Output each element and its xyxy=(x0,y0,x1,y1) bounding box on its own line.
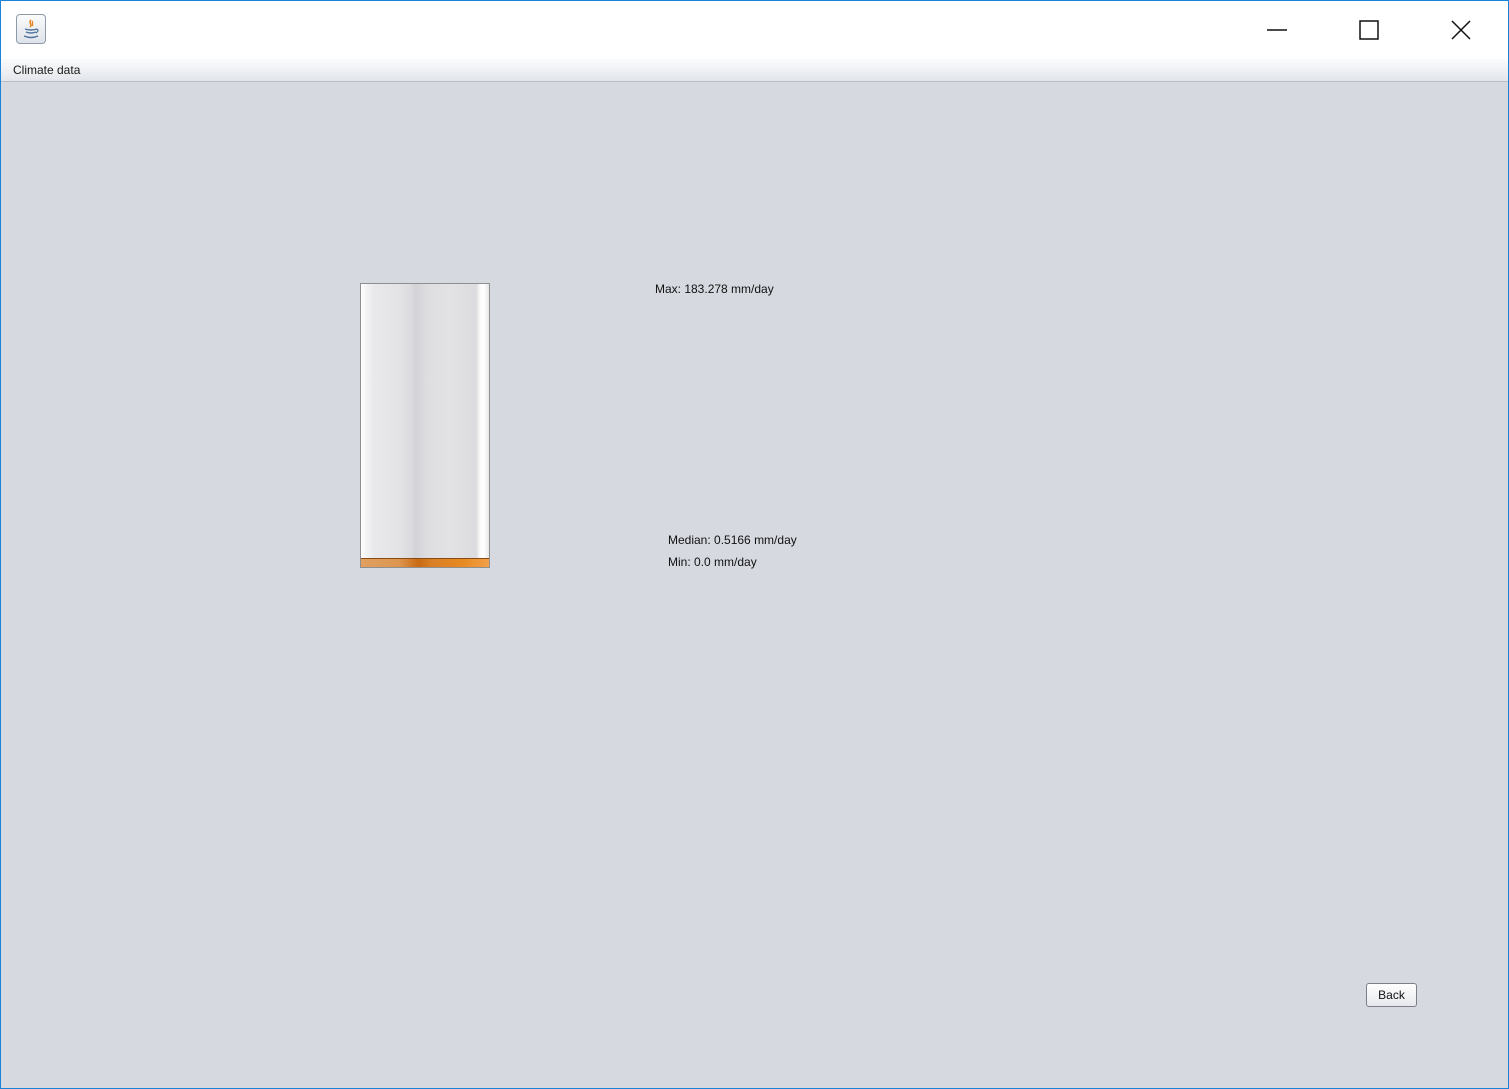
max-label: Max: 183.278 mm/day xyxy=(655,282,774,296)
java-app-icon[interactable] xyxy=(16,14,46,44)
maximize-button[interactable] xyxy=(1323,1,1415,59)
content-panel: Max: 183.278 mm/day Median: 0.5166 mm/da… xyxy=(1,82,1508,1088)
min-label: Min: 0.0 mm/day xyxy=(668,555,757,569)
gauge-fill xyxy=(361,558,489,567)
title-bar[interactable] xyxy=(1,1,1508,59)
back-button[interactable]: Back xyxy=(1366,983,1417,1007)
close-button[interactable] xyxy=(1415,1,1507,59)
minimize-icon xyxy=(1267,29,1287,31)
precipitation-gauge xyxy=(360,283,490,568)
close-icon xyxy=(1451,20,1471,40)
maximize-icon xyxy=(1359,20,1379,40)
median-label: Median: 0.5166 mm/day xyxy=(668,533,797,547)
menu-bar: Climate data xyxy=(1,59,1508,82)
minimize-button[interactable] xyxy=(1231,1,1323,59)
application-window: Climate data Max: 183.278 mm/day Median:… xyxy=(0,0,1509,1089)
menu-climate-data[interactable]: Climate data xyxy=(7,61,86,79)
